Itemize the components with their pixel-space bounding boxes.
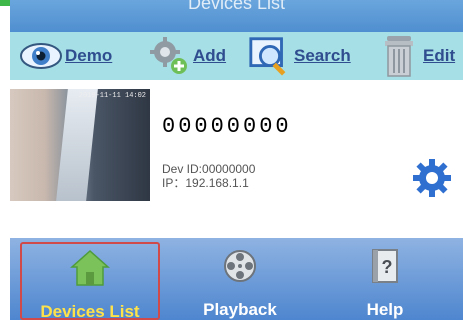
- page-title: Devices List: [187, 0, 286, 13]
- house-icon: [70, 248, 110, 288]
- device-ip-row: IP：192.168.1.1: [162, 176, 255, 190]
- search-button[interactable]: Search: [247, 32, 351, 80]
- device-name: 00000000: [162, 114, 292, 139]
- thumbnail-timestamp: 2019-11-11 14:02: [78, 92, 146, 100]
- device-id-row: Dev ID:00000000: [162, 162, 255, 176]
- help-book-icon: ?: [365, 246, 405, 286]
- magnifier-icon: [247, 33, 293, 79]
- toolbar: Demo Add Search Edit: [10, 32, 463, 80]
- tab-devices-list-label: Devices List: [40, 302, 140, 320]
- thumbnail-window-light: [56, 89, 98, 201]
- edit-label: Edit: [423, 46, 456, 65]
- trash-icon: [376, 33, 422, 79]
- eye-icon: [18, 33, 64, 79]
- title-bar: Devices List: [10, 0, 463, 32]
- bottom-tab-bar: Devices List Playback ? Help: [10, 238, 463, 320]
- tab-help[interactable]: ? Help: [310, 238, 460, 320]
- gear-add-icon: [146, 33, 192, 79]
- device-ip-label: IP：: [162, 176, 186, 190]
- svg-text:?: ?: [382, 257, 393, 277]
- device-id-value: 00000000: [202, 162, 256, 176]
- tab-devices-list[interactable]: Devices List: [20, 242, 160, 320]
- search-label: Search: [294, 46, 351, 65]
- demo-button[interactable]: Demo: [18, 32, 112, 80]
- tab-help-label: Help: [366, 300, 404, 319]
- device-thumbnail[interactable]: 2019-11-11 14:02: [10, 89, 150, 201]
- gear-icon[interactable]: [410, 156, 454, 200]
- device-meta: Dev ID:00000000 IP：192.168.1.1: [162, 162, 255, 190]
- device-ip-value: 192.168.1.1: [185, 176, 249, 190]
- device-id-label: Dev ID:: [162, 162, 203, 176]
- tab-playback-label: Playback: [203, 300, 277, 319]
- device-list-item[interactable]: 2019-11-11 14:02 00000000 Dev ID:0000000…: [10, 84, 463, 204]
- tab-playback[interactable]: Playback: [165, 238, 315, 320]
- film-reel-icon: [220, 246, 260, 286]
- add-label: Add: [193, 46, 227, 65]
- add-button[interactable]: Add: [146, 32, 226, 80]
- edit-button[interactable]: Edit: [376, 32, 455, 80]
- demo-label: Demo: [65, 46, 113, 65]
